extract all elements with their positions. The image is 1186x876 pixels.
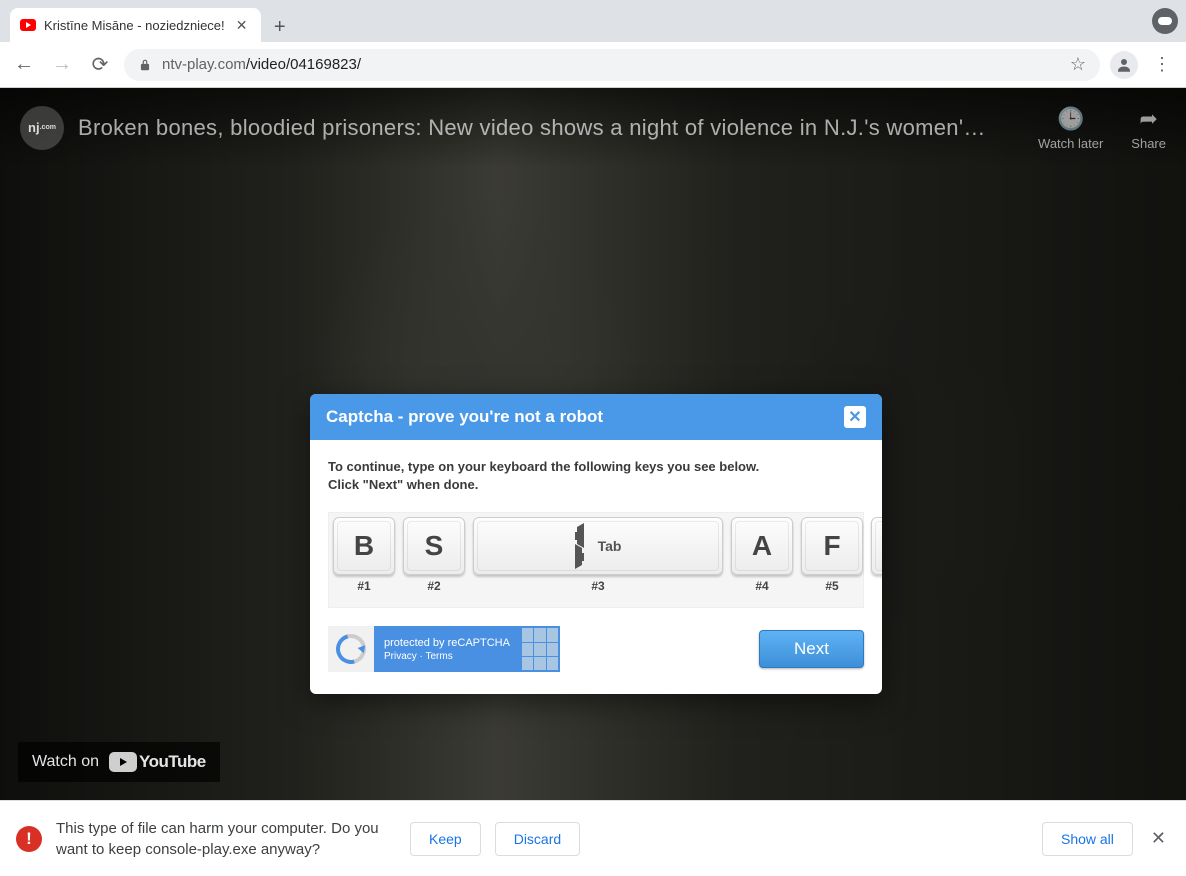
captcha-key-tab: Tab [473, 517, 723, 575]
clock-icon: 🕒 [1057, 106, 1084, 132]
captcha-modal: Captcha - prove you're not a robot ✕ To … [310, 394, 882, 694]
download-keep-button[interactable]: Keep [410, 822, 481, 856]
watch-on-youtube-button[interactable]: Watch on YouTube [18, 742, 220, 782]
captcha-key-num-4: #4 [755, 579, 768, 593]
captcha-keys-row: B #1 S #2 Tab #3 [328, 512, 864, 608]
captcha-key-a: A [731, 517, 793, 575]
download-warning-text: This type of file can harm your computer… [56, 818, 396, 860]
download-bar: ! This type of file can harm your comput… [0, 800, 1186, 876]
browser-tab[interactable]: Kristīne Misāne - noziedzniece! ✕ [10, 8, 261, 42]
new-tab-button[interactable]: + [271, 18, 289, 36]
tab-arrows-icon [575, 527, 584, 566]
tab-title: Kristīne Misāne - noziedzniece! [44, 18, 225, 33]
page-content: nj.com Broken bones, bloodied prisoners:… [0, 88, 1186, 800]
youtube-logo: YouTube [109, 752, 206, 772]
recaptcha-badge[interactable]: protected by reCAPTCHA Privacy · Terms [328, 626, 560, 672]
share-button[interactable]: ➦ Share [1131, 106, 1166, 151]
captcha-key-num-5: #5 [825, 579, 838, 593]
youtube-play-icon [109, 752, 137, 772]
address-bar[interactable]: ntv-play.com/video/04169823/ ☆ [124, 49, 1100, 81]
tab-close-button[interactable]: ✕ [233, 16, 251, 34]
lock-icon [138, 58, 152, 72]
recaptcha-spinner-icon [331, 629, 372, 670]
share-icon: ➦ [1139, 106, 1157, 132]
browser-toolbar: ← → ⟳ ntv-play.com/video/04169823/ ☆ ⋮ [0, 42, 1186, 88]
bookmark-star-icon[interactable]: ☆ [1070, 54, 1086, 75]
watch-on-label: Watch on [32, 753, 99, 771]
captcha-next-button[interactable]: Next [759, 630, 864, 668]
person-icon [1115, 56, 1133, 74]
channel-logo-icon[interactable]: nj.com [20, 106, 64, 150]
browser-menu-button[interactable]: ⋮ [1148, 51, 1176, 79]
captcha-title: Captcha - prove you're not a robot [326, 407, 603, 427]
video-top-overlay: nj.com Broken bones, bloodied prisoners:… [0, 88, 1186, 168]
incognito-icon [1152, 8, 1178, 34]
watch-later-button[interactable]: 🕒 Watch later [1038, 106, 1103, 151]
captcha-key-enter: Enter [871, 517, 882, 575]
captcha-key-b: B [333, 517, 395, 575]
profile-button[interactable] [1110, 51, 1138, 79]
back-button[interactable]: ← [10, 51, 38, 79]
recaptcha-text: protected by reCAPTCHA [384, 637, 510, 649]
tab-strip: Kristīne Misāne - noziedzniece! ✕ + [0, 0, 1186, 42]
captcha-key-num-2: #2 [427, 579, 440, 593]
youtube-text: YouTube [139, 752, 206, 772]
captcha-modal-header: Captcha - prove you're not a robot ✕ [310, 394, 882, 440]
video-title: Broken bones, bloodied prisoners: New vi… [78, 115, 1038, 141]
recaptcha-links[interactable]: Privacy · Terms [384, 651, 510, 662]
download-discard-button[interactable]: Discard [495, 822, 580, 856]
captcha-key-num-3: #3 [591, 579, 604, 593]
recaptcha-thumbnails-icon [520, 626, 560, 672]
download-bar-close-button[interactable]: ✕ [1151, 828, 1166, 849]
share-label: Share [1131, 136, 1166, 151]
download-show-all-button[interactable]: Show all [1042, 822, 1133, 856]
url-text: ntv-play.com/video/04169823/ [162, 56, 361, 73]
captcha-instructions: To continue, type on your keyboard the f… [328, 458, 864, 494]
forward-button[interactable]: → [48, 51, 76, 79]
captcha-key-s: S [403, 517, 465, 575]
captcha-close-button[interactable]: ✕ [844, 406, 866, 428]
captcha-key-num-1: #1 [357, 579, 370, 593]
reload-button[interactable]: ⟳ [86, 51, 114, 79]
youtube-favicon-icon [20, 19, 36, 31]
watch-later-label: Watch later [1038, 136, 1103, 151]
warning-icon: ! [16, 826, 42, 852]
captcha-key-f: F [801, 517, 863, 575]
